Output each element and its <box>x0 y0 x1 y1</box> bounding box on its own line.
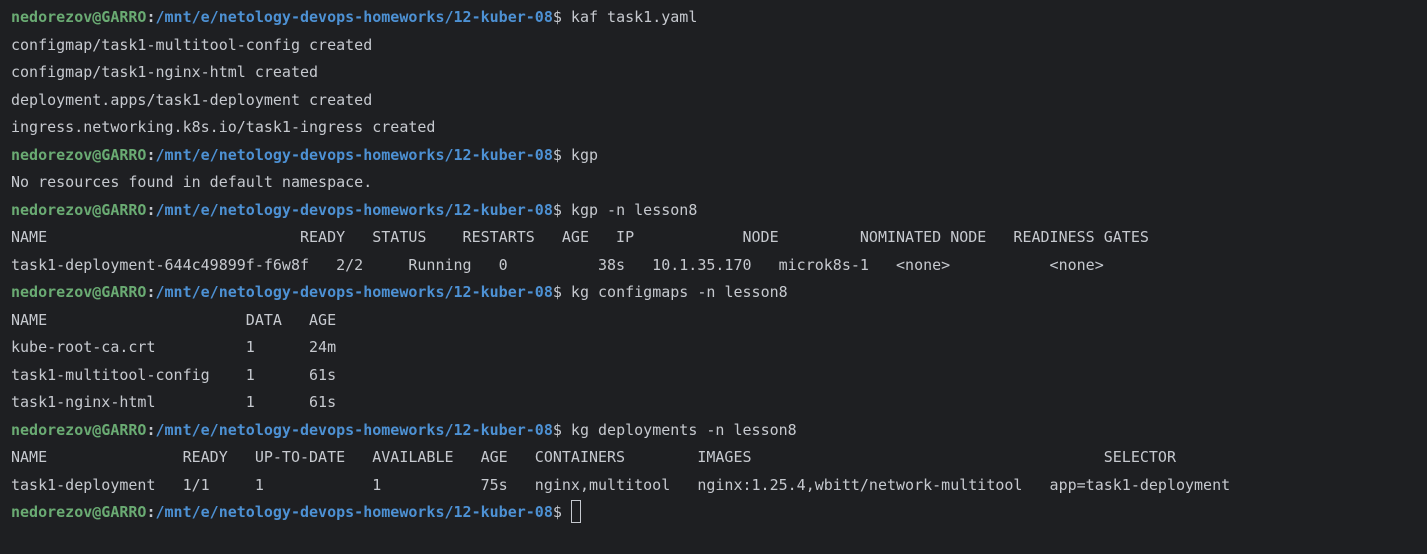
prompt-line: nedorezov@GARRO:/mnt/e/netology-devops-h… <box>11 142 1427 170</box>
terminal-window[interactable]: nedorezov@GARRO:/mnt/e/netology-devops-h… <box>0 0 1427 554</box>
prompt-line: nedorezov@GARRO:/mnt/e/netology-devops-h… <box>11 197 1427 225</box>
prompt-line: nedorezov@GARRO:/mnt/e/netology-devops-h… <box>11 499 1427 527</box>
prompt-path: /mnt/e/netology-devops-homeworks/12-kube… <box>155 200 553 219</box>
prompt-user: nedorezov@GARRO <box>11 420 147 439</box>
text-cursor[interactable] <box>570 499 581 523</box>
output-text: configmap/task1-multitool-config created <box>11 35 373 54</box>
output-line: No resources found in default namespace. <box>11 169 1427 197</box>
output-line: NAME DATA AGE <box>11 307 1427 335</box>
output-text: No resources found in default namespace. <box>11 173 373 191</box>
prompt-line: nedorezov@GARRO:/mnt/e/netology-devops-h… <box>11 4 1427 32</box>
prompt-dollar: $ <box>552 200 562 219</box>
prompt-separator: : <box>146 145 156 164</box>
output-text: task1-deployment-644c49899f-f6w8f 2/2 Ru… <box>11 255 1104 274</box>
prompt-user: nedorezov@GARRO <box>11 283 147 301</box>
output-line: deployment.apps/task1-deployment created <box>11 87 1427 115</box>
prompt-path: /mnt/e/netology-devops-homeworks/12-kube… <box>155 283 553 301</box>
output-line: NAME READY STATUS RESTARTS AGE IP NODE N… <box>11 224 1427 252</box>
prompt-path: /mnt/e/netology-devops-homeworks/12-kube… <box>155 145 553 164</box>
prompt-line: nedorezov@GARRO:/mnt/e/netology-devops-h… <box>11 417 1427 445</box>
prompt-dollar: $ <box>552 8 562 26</box>
command-text: kaf task1.yaml <box>570 8 698 26</box>
output-line: task1-nginx-html 1 61s <box>11 389 1427 417</box>
output-line: ingress.networking.k8s.io/task1-ingress … <box>11 114 1427 142</box>
output-line: configmap/task1-multitool-config created <box>11 32 1427 60</box>
prompt-path: /mnt/e/netology-devops-homeworks/12-kube… <box>155 8 553 26</box>
output-line: configmap/task1-nginx-html created <box>11 59 1427 87</box>
output-text: task1-deployment 1/1 1 1 75s nginx,multi… <box>11 475 1231 494</box>
output-line: task1-deployment-644c49899f-f6w8f 2/2 Ru… <box>11 252 1427 280</box>
prompt-dollar: $ <box>552 420 562 439</box>
prompt-separator: : <box>146 503 156 521</box>
output-text: task1-multitool-config 1 61s <box>11 365 337 384</box>
prompt-dollar: $ <box>552 283 562 301</box>
output-line: NAME READY UP-TO-DATE AVAILABLE AGE CONT… <box>11 444 1427 472</box>
output-line: task1-deployment 1/1 1 1 75s nginx,multi… <box>11 472 1427 500</box>
output-text: kube-root-ca.crt 1 24m <box>11 338 337 356</box>
command-text: kgp -n lesson8 <box>570 200 698 219</box>
prompt-separator: : <box>146 420 156 439</box>
prompt-dollar: $ <box>552 503 562 521</box>
prompt-line: nedorezov@GARRO:/mnt/e/netology-devops-h… <box>11 279 1427 307</box>
output-text: deployment.apps/task1-deployment created <box>11 90 373 109</box>
prompt-user: nedorezov@GARRO <box>11 200 147 219</box>
prompt-user: nedorezov@GARRO <box>11 8 147 26</box>
prompt-path: /mnt/e/netology-devops-homeworks/12-kube… <box>155 503 553 521</box>
output-text: configmap/task1-nginx-html created <box>11 63 319 81</box>
prompt-dollar: $ <box>552 145 562 164</box>
command-text: kg deployments -n lesson8 <box>570 420 797 439</box>
output-line: task1-multitool-config 1 61s <box>11 362 1427 390</box>
output-line: kube-root-ca.crt 1 24m <box>11 334 1427 362</box>
prompt-path: /mnt/e/netology-devops-homeworks/12-kube… <box>155 420 553 439</box>
prompt-user: nedorezov@GARRO <box>11 145 147 164</box>
command-text: kgp <box>570 145 599 164</box>
prompt-separator: : <box>146 8 156 26</box>
output-text: NAME READY UP-TO-DATE AVAILABLE AGE CONT… <box>11 448 1176 466</box>
prompt-separator: : <box>146 283 156 301</box>
output-text: NAME READY STATUS RESTARTS AGE IP NODE N… <box>11 228 1149 246</box>
output-text: task1-nginx-html 1 61s <box>11 393 337 411</box>
output-text: ingress.networking.k8s.io/task1-ingress … <box>11 118 436 136</box>
output-text: NAME DATA AGE <box>11 310 337 329</box>
command-text: kg configmaps -n lesson8 <box>570 283 788 301</box>
prompt-user: nedorezov@GARRO <box>11 503 147 521</box>
prompt-separator: : <box>146 200 156 219</box>
